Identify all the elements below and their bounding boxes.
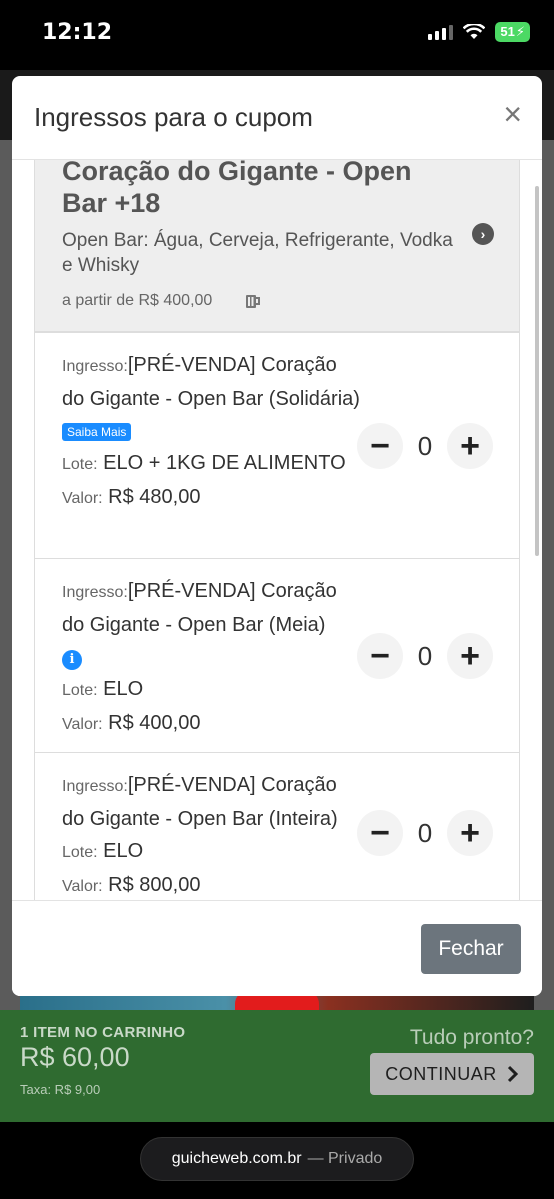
ingresso-label: Ingresso: (62, 584, 128, 601)
lote-label: Lote: (62, 456, 98, 473)
charging-icon: ⚡ (515, 24, 525, 39)
modal-body: Coração do Gigante - Open Bar +18 Open B… (12, 160, 542, 900)
ticket-valor: R$ 800,00 (108, 874, 201, 896)
lote-label: Lote: (62, 844, 98, 861)
ticket-info: Ingresso:[PRÉ-VENDA] Coração do Gigante … (62, 575, 362, 741)
modal-header: Ingressos para o cupom × (12, 76, 542, 160)
minus-icon[interactable]: − (357, 633, 403, 679)
scrollbar[interactable] (535, 186, 539, 556)
ticket-card-solidaria: Ingresso:[PRÉ-VENDA] Coração do Gigante … (34, 332, 520, 559)
close-icon[interactable]: × (503, 98, 522, 130)
plus-icon[interactable]: + (447, 810, 493, 856)
url-text: guicheweb.com.br (171, 1150, 302, 1167)
ticket-lote: ELO (103, 678, 144, 700)
quantity-stepper: − 0 + (357, 633, 493, 679)
modal-footer: Fechar (12, 900, 542, 996)
ticket-info: Ingresso:[PRÉ-VENDA] Coração do Gigante … (62, 769, 362, 900)
event-header-card[interactable]: Coração do Gigante - Open Bar +18 Open B… (34, 160, 520, 332)
cart-ready-label: Tudo pronto? (409, 1026, 534, 1049)
plus-icon[interactable]: + (447, 423, 493, 469)
battery-indicator: 51 ⚡ (495, 22, 530, 42)
quantity-value: 0 (417, 817, 433, 848)
cart-total: R$ 60,00 (20, 1042, 130, 1072)
cart-bar: 1 ITEM NO CARRINHO R$ 60,00 Taxa: R$ 9,0… (0, 1010, 554, 1122)
minus-icon[interactable]: − (357, 423, 403, 469)
browser-bar: guicheweb.com.br — Privado (0, 1122, 554, 1199)
chevron-right-icon (507, 1065, 518, 1083)
ticket-card-inteira: Ingresso:[PRÉ-VENDA] Coração do Gigante … (34, 752, 520, 900)
ticket-lote: ELO + 1KG DE ALIMENTO (103, 452, 346, 474)
valor-label: Valor: (62, 490, 103, 507)
cellular-signal-icon (428, 24, 454, 40)
private-label: — Privado (307, 1150, 383, 1167)
status-icons: 51 ⚡ (428, 22, 530, 42)
minus-icon[interactable]: − (357, 810, 403, 856)
quantity-value: 0 (417, 640, 433, 671)
ingresso-label: Ingresso: (62, 778, 128, 795)
ticket-info: Ingresso:[PRÉ-VENDA] Coração do Gigante … (62, 349, 362, 515)
beer-mug-icon (246, 295, 260, 308)
event-title: Coração do Gigante - Open Bar +18 (62, 160, 412, 218)
valor-label: Valor: (62, 878, 103, 895)
continue-label: CONTINUAR (385, 1063, 497, 1084)
continue-button[interactable]: CONTINUAR (370, 1053, 534, 1095)
quantity-stepper: − 0 + (357, 423, 493, 469)
quantity-value: 0 (417, 430, 433, 461)
info-icon[interactable]: i (62, 650, 82, 670)
cart-item-count: 1 ITEM NO CARRINHO (20, 1024, 186, 1041)
saiba-mais-badge[interactable]: Saiba Mais (62, 422, 132, 441)
ticket-valor: R$ 480,00 (108, 486, 201, 508)
modal-title: Ingressos para o cupom (34, 102, 313, 132)
ingresso-label: Ingresso: (62, 358, 128, 375)
status-bar: 12:12 51 ⚡ (0, 0, 554, 70)
chevron-right-circle-icon[interactable]: › (472, 223, 494, 245)
fechar-button[interactable]: Fechar (421, 924, 521, 974)
ticket-valor: R$ 400,00 (108, 712, 201, 734)
lote-label: Lote: (62, 682, 98, 699)
battery-level: 51 (500, 24, 515, 39)
event-description: Open Bar: Água, Cerveja, Refrigerante, V… (62, 230, 453, 276)
url-bar[interactable]: guicheweb.com.br — Privado (140, 1137, 414, 1181)
quantity-stepper: − 0 + (357, 810, 493, 856)
status-time: 12:12 (42, 20, 113, 45)
wifi-icon (463, 24, 486, 39)
event-price-from: a partir de R$ 400,00 (62, 292, 213, 309)
plus-icon[interactable]: + (447, 633, 493, 679)
valor-label: Valor: (62, 716, 103, 733)
cart-tax: Taxa: R$ 9,00 (20, 1082, 101, 1097)
coupon-tickets-modal: Ingressos para o cupom × Coração do Giga… (12, 76, 542, 996)
ticket-card-meia: Ingresso:[PRÉ-VENDA] Coração do Gigante … (34, 558, 520, 753)
ticket-lote: ELO (103, 840, 144, 862)
